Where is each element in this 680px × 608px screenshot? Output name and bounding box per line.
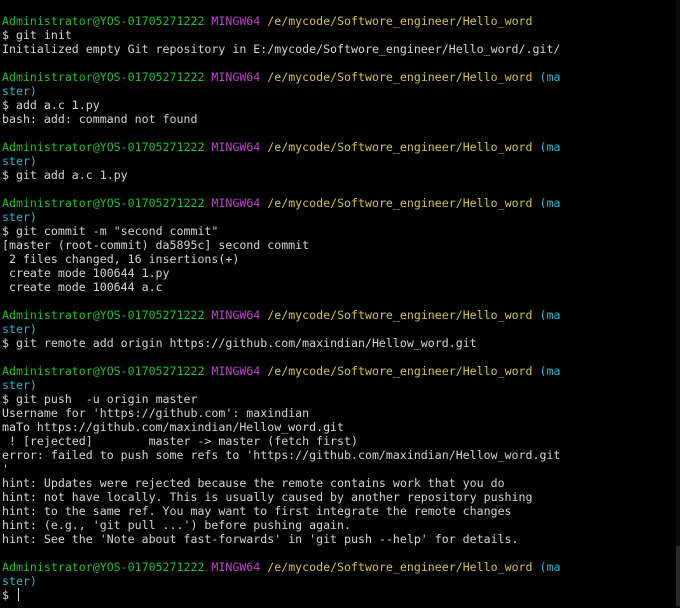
prompt-env: MINGW64	[211, 308, 261, 322]
prompt-line: Administrator@YOS-01705271222 MINGW64 /e…	[2, 140, 560, 154]
prompt-user: Administrator@YOS-01705271222	[2, 308, 205, 322]
output-line: Username for 'https://github.com': maxin…	[2, 406, 310, 420]
prompt-symbol: $	[2, 98, 16, 112]
prompt-user: Administrator@YOS-01705271222	[2, 196, 205, 210]
prompt-path: /e/mycode/Softwore_engineer/Hello_word	[267, 140, 533, 154]
output-line: ! [rejected] master -> master (fetch fir…	[2, 434, 358, 448]
prompt-user: Administrator@YOS-01705271222	[2, 140, 205, 154]
prompt-branch-line: ster)	[2, 574, 560, 588]
command-line: $ git add a.c 1.py	[2, 168, 560, 182]
prompt-env: MINGW64	[211, 140, 261, 154]
command-text: git remote add origin https://github.com…	[15, 336, 477, 350]
scrollbar-thumb[interactable]	[676, 546, 680, 606]
output-line: maTo https://github.com/maxindian/Hellow…	[2, 420, 345, 434]
prompt-symbol: $	[2, 392, 16, 406]
prompt-user: Administrator@YOS-01705271222	[2, 560, 205, 574]
output-line: hint: not have locally. This is usually …	[2, 490, 533, 504]
prompt-branch: ster)	[2, 154, 37, 168]
prompt-branch: (ma	[539, 196, 561, 210]
prompt-branch: (ma	[539, 560, 561, 574]
terminal-window[interactable]: Administrator@YOS-01705271222 MINGW64 /e…	[0, 0, 680, 608]
prompt-user: Administrator@YOS-01705271222	[2, 364, 205, 378]
prompt-line: Administrator@YOS-01705271222 MINGW64 /e…	[2, 364, 560, 378]
prompt-env: MINGW64	[211, 196, 261, 210]
command-line: $ git init	[2, 28, 560, 42]
prompt-env: MINGW64	[211, 70, 261, 84]
prompt-line: Administrator@YOS-01705271222 MINGW64 /e…	[2, 196, 560, 210]
terminal-output[interactable]: Administrator@YOS-01705271222 MINGW64 /e…	[2, 14, 560, 602]
prompt-path: /e/mycode/Softwore_engineer/Hello_word	[267, 560, 533, 574]
prompt-user: Administrator@YOS-01705271222	[2, 70, 205, 84]
prompt-path: /e/mycode/Softwore_engineer/Hello_word	[267, 70, 533, 84]
output-line: bash: add: command not found	[2, 112, 198, 126]
command-text: git commit -m "second commit"	[15, 224, 219, 238]
output-line: 2 files changed, 16 insertions(+)	[2, 252, 240, 266]
output-line: hint: (e.g., 'git pull ...') before push…	[2, 518, 352, 532]
command-line: $ git commit -m "second commit"	[2, 224, 560, 238]
prompt-path: /e/mycode/Softwore_engineer/Hello_word	[267, 14, 533, 28]
prompt-symbol: $	[2, 588, 16, 602]
prompt-path: /e/mycode/Softwore_engineer/Hello_word	[267, 196, 533, 210]
prompt-symbol: $	[2, 336, 16, 350]
prompt-env: MINGW64	[211, 560, 261, 574]
prompt-user: Administrator@YOS-01705271222	[2, 14, 205, 28]
prompt-symbol: $	[2, 224, 16, 238]
prompt-branch: ster)	[2, 574, 37, 588]
prompt-branch: (ma	[539, 140, 561, 154]
output-line: hint: See the 'Note about fast-forwards'…	[2, 532, 519, 546]
output-line: [master (root-commit) da5895c] second co…	[2, 238, 310, 252]
command-line: $ git push -u origin master	[2, 392, 560, 406]
prompt-path: /e/mycode/Softwore_engineer/Hello_word	[267, 364, 533, 378]
output-line: '	[2, 462, 9, 476]
output-line: create mode 100644 1.py	[2, 266, 170, 280]
output-line: hint: to the same ref. You may want to f…	[2, 504, 512, 518]
prompt-branch-line: ster)	[2, 84, 560, 98]
scrollbar[interactable]	[676, 0, 680, 608]
prompt-branch: (ma	[539, 364, 561, 378]
prompt-line: Administrator@YOS-01705271222 MINGW64 /e…	[2, 308, 560, 322]
command-line: $ git remote add origin https://github.c…	[2, 336, 560, 350]
prompt-branch: ster)	[2, 210, 37, 224]
prompt-branch-line: ster)	[2, 322, 560, 336]
prompt-line: Administrator@YOS-01705271222 MINGW64 /e…	[2, 70, 560, 84]
prompt-branch-line: ster)	[2, 154, 560, 168]
prompt-branch-line: ster)	[2, 210, 560, 224]
prompt-branch: ster)	[2, 322, 37, 336]
prompt-branch: ster)	[2, 378, 37, 392]
command-text: git push -u origin master	[15, 392, 198, 406]
output-line: create mode 100644 a.c	[2, 280, 163, 294]
output-line: hint: Updates were rejected because the …	[2, 476, 505, 490]
prompt-branch: (ma	[539, 70, 561, 84]
prompt-symbol: $	[2, 28, 16, 42]
prompt-line: Administrator@YOS-01705271222 MINGW64 /e…	[2, 560, 560, 574]
command-line[interactable]: $	[2, 588, 560, 602]
command-line: $ add a.c 1.py	[2, 98, 560, 112]
prompt-path: /e/mycode/Softwore_engineer/Hello_word	[267, 308, 533, 322]
command-text: git init	[15, 28, 72, 42]
prompt-line: Administrator@YOS-01705271222 MINGW64 /e…	[2, 14, 560, 28]
output-line: error: failed to push some refs to 'http…	[2, 448, 561, 462]
prompt-branch-line: ster)	[2, 378, 560, 392]
prompt-symbol: $	[2, 168, 16, 182]
text-cursor	[17, 588, 19, 601]
command-text: add a.c 1.py	[15, 98, 100, 112]
prompt-branch: ster)	[2, 84, 37, 98]
prompt-env: MINGW64	[211, 364, 261, 378]
prompt-branch: (ma	[539, 308, 561, 322]
prompt-env: MINGW64	[211, 14, 261, 28]
output-line: Initialized empty Git repository in E:/m…	[2, 42, 561, 56]
command-text: git add a.c 1.py	[15, 168, 128, 182]
